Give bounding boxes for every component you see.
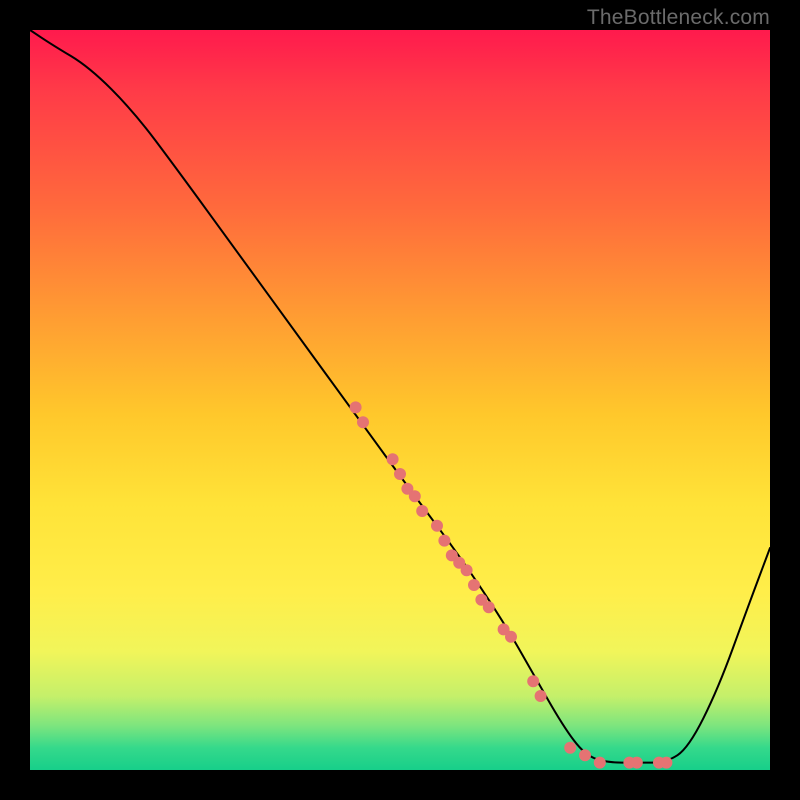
chart-frame: TheBottleneck.com bbox=[0, 0, 800, 800]
scatter-dot bbox=[594, 757, 606, 769]
scatter-dot bbox=[564, 742, 576, 754]
chart-plot-area bbox=[30, 30, 770, 770]
scatter-dot bbox=[431, 520, 443, 532]
scatter-dot bbox=[394, 468, 406, 480]
scatter-dot bbox=[350, 401, 362, 413]
scatter-dot bbox=[357, 416, 369, 428]
watermark-text: TheBottleneck.com bbox=[587, 6, 770, 30]
scatter-dot bbox=[631, 757, 643, 769]
scatter-dot bbox=[483, 601, 495, 613]
scatter-dot bbox=[579, 749, 591, 761]
bottleneck-curve bbox=[30, 30, 770, 763]
scatter-dot bbox=[660, 757, 672, 769]
scatter-dot bbox=[438, 535, 450, 547]
scatter-dot bbox=[527, 675, 539, 687]
chart-svg bbox=[30, 30, 770, 770]
scatter-dot bbox=[535, 690, 547, 702]
scatter-dot bbox=[387, 453, 399, 465]
scatter-dot bbox=[416, 505, 428, 517]
scatter-dot bbox=[505, 631, 517, 643]
scatter-dot bbox=[409, 490, 421, 502]
scatter-dot bbox=[468, 579, 480, 591]
scatter-group bbox=[350, 401, 673, 768]
scatter-dot bbox=[461, 564, 473, 576]
